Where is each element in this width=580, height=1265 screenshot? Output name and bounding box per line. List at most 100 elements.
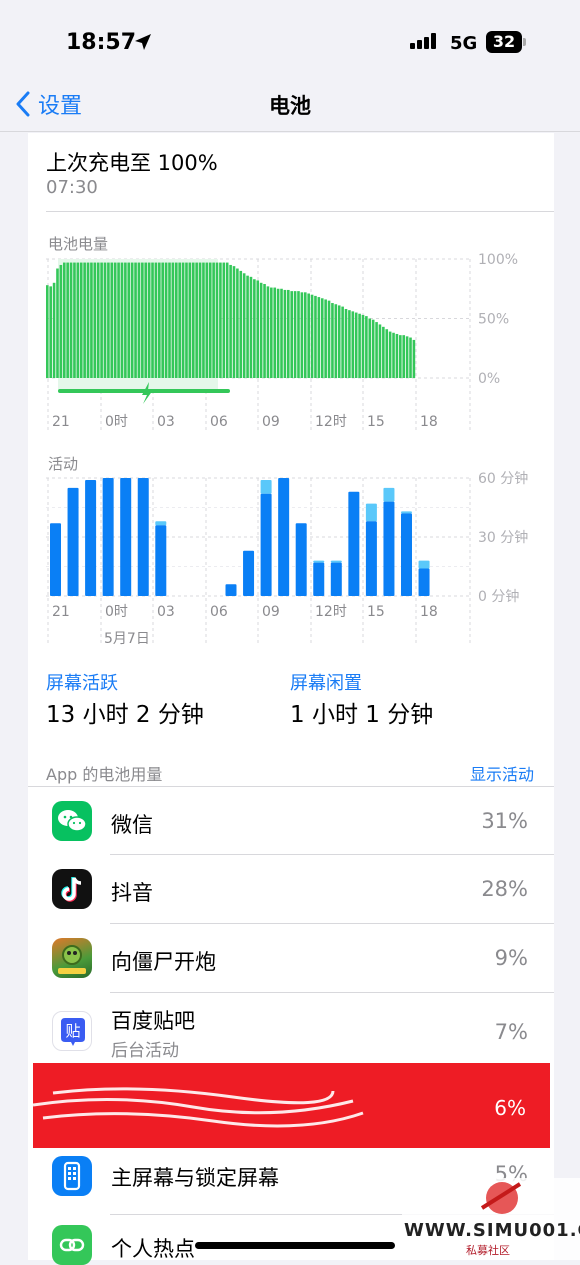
battery-activity-charts[interactable]: 100% 50% 0% 21 0时 03 06 09 12时 15 18 60 分钟 30 分钟 0 分钟… [28, 133, 554, 663]
battery-bar [188, 262, 192, 378]
show-activity-button[interactable]: 显示活动 [470, 761, 534, 785]
battery-bar [124, 262, 127, 378]
location-arrow-icon [135, 34, 151, 50]
battery-bar [283, 289, 287, 378]
battery-bar [120, 262, 124, 378]
y-tick-label: 100% [478, 252, 518, 268]
battery-bar [154, 262, 158, 378]
app-row-game[interactable]: 向僵尸开炮 9% [28, 924, 554, 993]
activity-bar [365, 521, 377, 596]
idle-bar [365, 503, 377, 522]
battery-bar [368, 318, 372, 378]
battery-bar [348, 310, 351, 378]
x-tick-label: 06 [210, 414, 228, 430]
battery-bar [324, 299, 327, 378]
battery-bar [388, 331, 392, 378]
battery-bar [222, 262, 226, 378]
activity-bar [295, 523, 307, 596]
battery-bar [405, 336, 409, 378]
battery-bar [402, 335, 406, 378]
battery-bar [327, 300, 331, 378]
app-name: 主屏幕与锁定屏幕 [111, 1166, 279, 1190]
battery-bar [52, 282, 56, 378]
battery-bar [382, 326, 385, 378]
battery-bar [354, 312, 358, 378]
battery-bar [86, 262, 90, 378]
battery-bar [100, 262, 103, 378]
activity-bar [50, 523, 61, 596]
battery-bar [341, 306, 344, 378]
battery-bar [412, 339, 416, 378]
battery-bar [392, 332, 395, 378]
app-name: 微信 [111, 813, 153, 837]
x-tick-label: 12时 [315, 414, 347, 430]
x-tick-label: 21 [52, 604, 70, 620]
idle-bar [401, 511, 412, 514]
hotspot-icon [52, 1225, 92, 1265]
battery-bar [337, 305, 341, 378]
battery-bar [273, 287, 277, 378]
battery-bar [344, 308, 348, 378]
app-name: 向僵尸开炮 [111, 950, 216, 974]
app-row-wechat[interactable]: 微信 31% [28, 787, 554, 855]
battery-bar [171, 262, 175, 378]
battery-bar [76, 262, 80, 378]
screen-idle-value: 1 小时 1 分钟 [290, 702, 434, 728]
battery-bar [310, 294, 314, 378]
battery-bar [69, 262, 73, 378]
battery-bar [96, 262, 100, 378]
battery-bar [110, 262, 114, 378]
app-percentage: 9% [494, 946, 528, 970]
battery-bar [293, 291, 297, 378]
activity-bar [225, 584, 237, 596]
activity-bar [102, 478, 114, 596]
idle-bar [260, 479, 272, 494]
battery-bar [46, 285, 49, 378]
battery-bar [151, 262, 154, 378]
battery-bar [256, 280, 260, 378]
activity-bar [67, 487, 79, 596]
app-name: 百度贴吧 [111, 1009, 195, 1033]
battery-bar [90, 262, 93, 378]
redacted-percentage: 6% [494, 1096, 526, 1120]
watermark-subtext: 私募社区 [466, 1244, 510, 1257]
app-percentage: 28% [481, 877, 528, 901]
activity-bar [313, 562, 325, 596]
battery-bar [62, 262, 66, 378]
x-tick-label: 09 [262, 414, 280, 430]
wechat-icon [52, 801, 92, 841]
battery-bar [276, 288, 280, 378]
battery-bar [66, 262, 69, 378]
battery-bar [161, 262, 165, 378]
activity-bar [243, 550, 255, 596]
battery-bar [229, 264, 232, 378]
x-tick-label: 0时 [105, 604, 128, 620]
battery-bar [59, 264, 63, 378]
tieba-icon: 贴 [52, 1011, 92, 1051]
battery-bar [365, 316, 368, 378]
activity-bar [85, 479, 97, 596]
idle-bar [330, 560, 342, 563]
screen-active-value: 13 小时 2 分钟 [46, 702, 204, 728]
battery-bar [174, 262, 178, 378]
battery-bar [331, 303, 334, 378]
home-indicator[interactable] [195, 1242, 395, 1249]
battery-bar [290, 291, 293, 378]
idle-bar [313, 560, 325, 563]
battery-icon: 32 [486, 31, 522, 53]
battery-bar [225, 262, 229, 378]
battery-bar [134, 262, 137, 378]
network-type: 5G [450, 33, 478, 54]
app-row-tieba[interactable]: 贴 百度贴吧 后台活动 7% [28, 993, 554, 1063]
date-label: 5月7日 [104, 631, 150, 647]
x-tick-label: 18 [420, 414, 438, 430]
battery-bar [103, 262, 107, 378]
app-row-douyin[interactable]: 抖音 28% [28, 855, 554, 924]
x-tick-label: 15 [367, 604, 385, 620]
app-percentage: 31% [481, 809, 528, 833]
redacted-row[interactable] [32, 1063, 550, 1148]
status-bar: 18:57 5G 32 [0, 0, 580, 80]
battery-bar [314, 295, 317, 378]
x-tick-label: 03 [157, 414, 175, 430]
x-tick-label: 21 [52, 414, 70, 430]
